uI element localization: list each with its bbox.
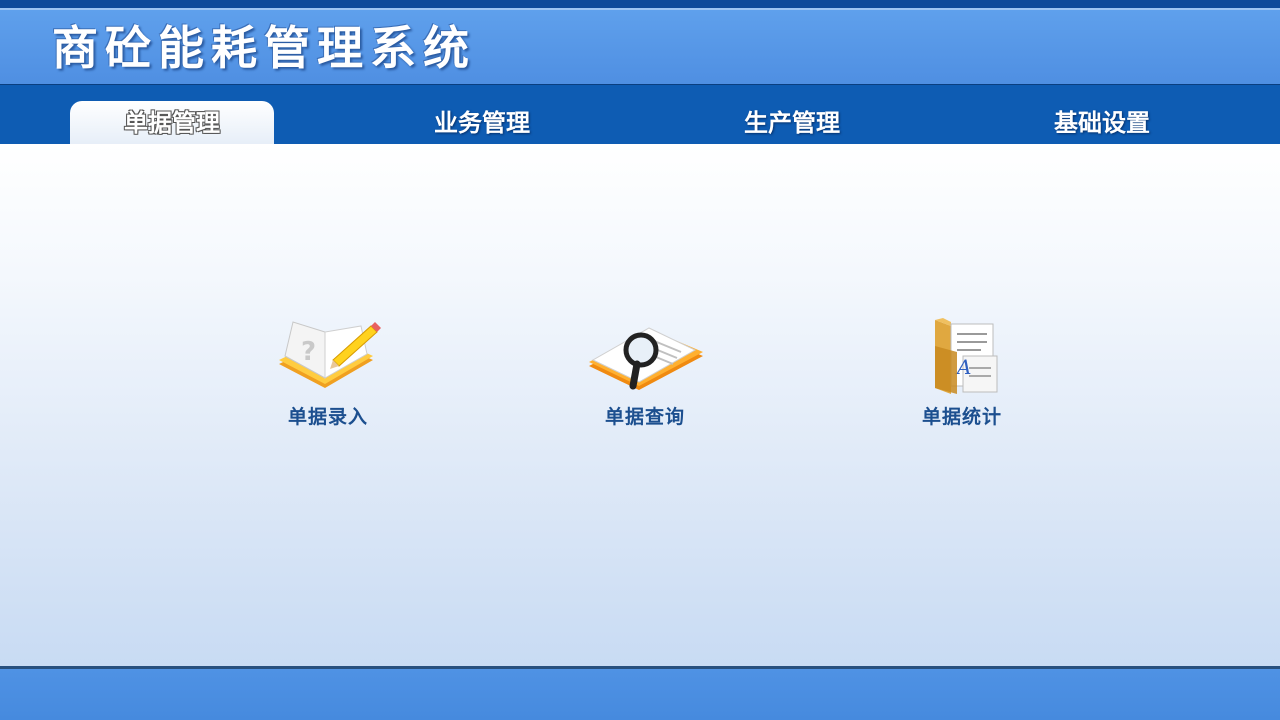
tab-business-management[interactable]: 业务管理 — [380, 101, 584, 145]
document-statistics-button[interactable]: A 单据统计 — [872, 316, 1052, 429]
top-strip — [0, 0, 1280, 8]
document-query-button[interactable]: 单据查询 — [555, 316, 735, 429]
tab-production-management[interactable]: 生产管理 — [690, 101, 894, 145]
document-query-label: 单据查询 — [604, 406, 685, 428]
document-statistics-label: 单据统计 — [921, 406, 1002, 428]
notebook-pencil-icon: ? — [279, 321, 381, 388]
magnifier-book-icon — [589, 327, 703, 390]
tab-basic-settings[interactable]: 基础设置 — [1000, 101, 1204, 145]
nav-bar: 单据管理 业务管理 生产管理 基础设置 — [0, 84, 1280, 145]
main-content: ? 单据录入 单据查询 A 单据统计 — [0, 144, 1280, 666]
document-entry-label: 单据录入 — [287, 406, 368, 428]
folder-documents-icon: A — [935, 318, 998, 394]
svg-text:?: ? — [301, 337, 316, 367]
document-entry-button[interactable]: ? 单据录入 — [238, 316, 418, 429]
app-title: 商砼能耗管理系统 — [52, 21, 476, 75]
svg-text:A: A — [955, 355, 971, 379]
title-bar: 商砼能耗管理系统 — [0, 8, 1280, 84]
tab-document-management[interactable]: 单据管理 — [70, 101, 274, 145]
footer-bar — [0, 669, 1280, 720]
